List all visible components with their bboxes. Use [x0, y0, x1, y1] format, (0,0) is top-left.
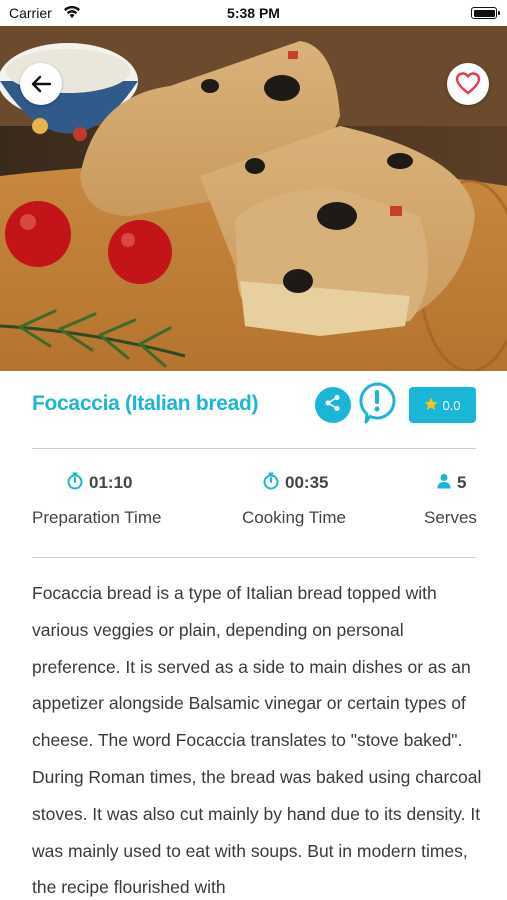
stopwatch-icon: [66, 472, 84, 495]
serves-value: 5: [457, 473, 467, 492]
favorite-button[interactable]: [447, 63, 489, 105]
serves-stat: 5 Serves: [424, 470, 477, 527]
cook-time-value: 00:35: [285, 473, 329, 492]
exclamation-bubble-icon: [358, 382, 396, 429]
cook-time-label: Cooking Time: [242, 508, 346, 527]
rating-button[interactable]: 0.0: [409, 387, 476, 423]
battery-icon: [471, 7, 500, 19]
recipe-description: Focaccia bread is a type of Italian brea…: [32, 583, 482, 898]
cook-time-stat: 00:35 Cooking Time: [242, 470, 346, 527]
clock: 5:38 PM: [227, 5, 280, 21]
recipe-title: Focaccia (Italian bread): [32, 392, 259, 415]
prep-time-label: Preparation Time: [32, 508, 162, 527]
status-bar: Carrier 5:38 PM: [0, 0, 507, 26]
prep-time-stat: 01:10 Preparation Time: [32, 470, 161, 527]
star-icon: [424, 397, 439, 414]
recipe-image: [0, 26, 507, 371]
heart-outline-icon: [455, 72, 481, 96]
rating-value: 0.0: [442, 397, 461, 413]
serves-label: Serves: [424, 508, 477, 527]
back-button[interactable]: [20, 63, 62, 105]
stopwatch-icon: [262, 472, 280, 495]
divider: [32, 448, 476, 449]
prep-time-value: 01:10: [89, 473, 133, 492]
arrow-left-icon: [30, 73, 52, 95]
divider: [32, 557, 476, 558]
share-button[interactable]: [315, 387, 351, 423]
person-icon: [436, 473, 452, 494]
recipe-stats: 01:10 Preparation Time 00:35 Cooking Tim…: [0, 470, 507, 540]
report-button[interactable]: [358, 382, 396, 429]
recipe-header: Focaccia (Italian bread) 0.0: [0, 382, 507, 429]
share-icon: [324, 394, 342, 417]
